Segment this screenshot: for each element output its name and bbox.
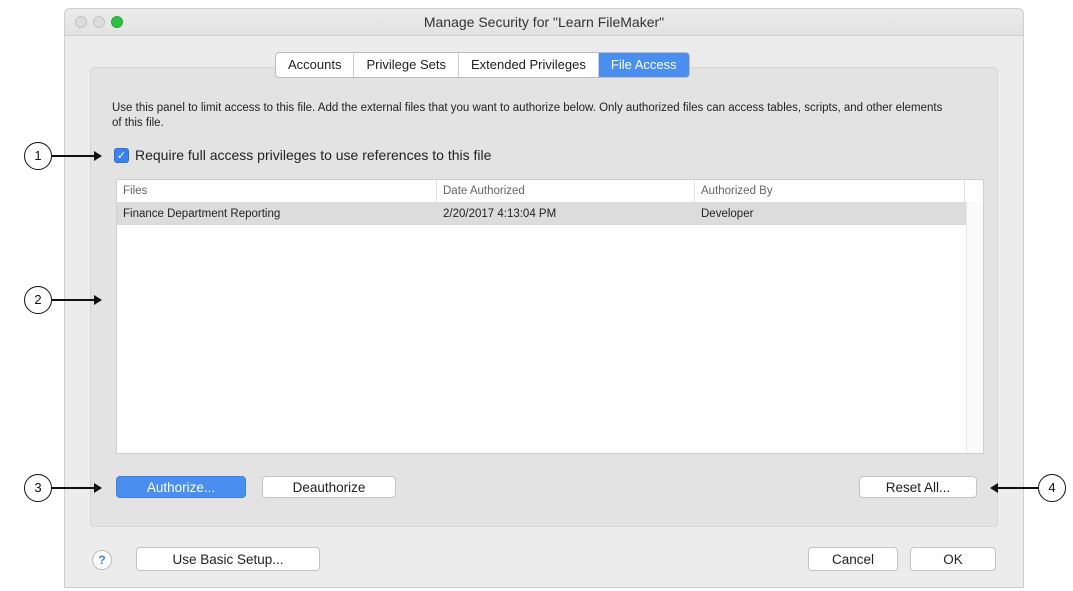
deauthorize-button[interactable]: Deauthorize xyxy=(262,476,396,498)
use-basic-setup-button[interactable]: Use Basic Setup... xyxy=(136,547,320,571)
callout-1: 1 xyxy=(24,142,52,170)
ok-button[interactable]: OK xyxy=(910,547,996,571)
tab-privilege-sets[interactable]: Privilege Sets xyxy=(354,53,459,77)
column-header-date-authorized[interactable]: Date Authorized xyxy=(437,180,695,202)
callout-4: 4 xyxy=(1038,474,1066,502)
column-header-authorized-by[interactable]: Authorized By xyxy=(695,180,965,202)
require-full-access-label: Require full access privileges to use re… xyxy=(135,147,492,163)
cell-authorized-by: Developer xyxy=(701,208,754,220)
panel-description: Use this panel to limit access to this f… xyxy=(112,102,943,129)
tab-extended-privileges[interactable]: Extended Privileges xyxy=(459,53,599,77)
table-scrollbar[interactable] xyxy=(966,202,983,453)
callout-1-arrowhead xyxy=(94,151,102,161)
callout-4-arrowhead xyxy=(990,483,998,493)
callout-2: 2 xyxy=(24,286,52,314)
authorize-button[interactable]: Authorize... xyxy=(116,476,246,498)
require-full-access-checkbox[interactable]: ✓ xyxy=(114,147,129,163)
column-header-files[interactable]: Files xyxy=(117,180,437,202)
callout-2-arrowhead xyxy=(94,295,102,305)
table-header: Files Date Authorized Authorized By xyxy=(117,180,983,203)
callout-3: 3 xyxy=(24,474,52,502)
question-mark-icon: ? xyxy=(98,553,106,567)
help-button[interactable]: ? xyxy=(92,550,112,570)
callout-2-arrow xyxy=(52,299,96,301)
checkmark-icon: ✓ xyxy=(116,149,127,162)
reset-all-button[interactable]: Reset All... xyxy=(859,476,977,498)
callout-1-arrow xyxy=(52,155,96,157)
callout-3-arrowhead xyxy=(94,483,102,493)
cell-date-authorized: 2/20/2017 4:13:04 PM xyxy=(443,208,557,220)
authorized-files-table: Files Date Authorized Authorized By Fina… xyxy=(116,179,984,454)
window-title: Manage Security for "Learn FileMaker" xyxy=(423,14,665,30)
callout-4-arrow xyxy=(998,487,1038,489)
title-bar: Manage Security for "Learn FileMaker" xyxy=(65,9,1023,36)
cancel-button[interactable]: Cancel xyxy=(808,547,898,571)
require-full-access-row: ✓ Require full access privileges to use … xyxy=(114,147,491,163)
tab-file-access[interactable]: File Access xyxy=(598,53,689,77)
tab-accounts[interactable]: Accounts xyxy=(276,53,355,77)
tab-bar: Accounts Privilege Sets Extended Privile… xyxy=(275,52,690,78)
cell-file-name: Finance Department Reporting xyxy=(123,208,281,220)
callout-3-arrow xyxy=(52,487,96,489)
table-row[interactable]: Finance Department Reporting 2/20/2017 4… xyxy=(117,203,967,225)
